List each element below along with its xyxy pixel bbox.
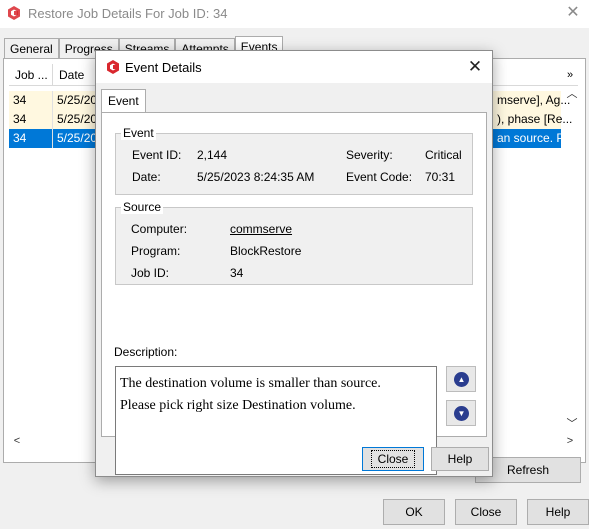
- next-event-button[interactable]: ▼: [446, 400, 476, 426]
- event-id-value: 2,144: [197, 148, 228, 162]
- event-id-label: Event ID:: [132, 148, 182, 162]
- down-arrow-icon: ▼: [454, 406, 469, 421]
- description-label: Description:: [114, 345, 178, 359]
- event-code-value: 70:31: [425, 170, 456, 184]
- scroll-right-icon[interactable]: >: [562, 433, 578, 449]
- job-id-label: Job ID:: [131, 266, 170, 280]
- commvault-logo-icon: [8, 6, 20, 20]
- scroll-down-icon[interactable]: ﹀: [564, 416, 580, 432]
- scroll-up-icon[interactable]: ︿: [564, 86, 580, 102]
- up-arrow-icon: ▲: [454, 372, 469, 387]
- source-group: Source Computer: commserve Program: Bloc…: [115, 200, 473, 285]
- event-code-label: Event Code:: [346, 170, 413, 184]
- program-label: Program:: [131, 244, 181, 258]
- cell-job: 34: [9, 110, 53, 129]
- tab-event[interactable]: Event: [101, 89, 146, 113]
- column-header-job[interactable]: Job ...: [9, 64, 53, 86]
- date-label: Date:: [132, 170, 161, 184]
- event-panel: Event Event ID: 2,144 Severity: Critical…: [101, 112, 487, 475]
- dialog-titlebar: Event Details ✕: [96, 51, 492, 83]
- event-details-dialog: Event Details ✕ Event Event Event ID: 2,…: [95, 50, 493, 477]
- dialog-close-label: Close: [370, 450, 416, 468]
- source-group-label: Source: [121, 200, 164, 214]
- tab-general[interactable]: General: [4, 38, 59, 59]
- severity-label: Severity:: [346, 148, 393, 162]
- parent-window-title: Restore Job Details For Job ID: 34: [28, 6, 228, 21]
- vertical-scrollbar[interactable]: ︿ ﹀: [564, 86, 580, 432]
- event-group-label: Event: [121, 126, 156, 140]
- dialog-help-button[interactable]: Help: [431, 447, 489, 471]
- event-group: Event Event ID: 2,144 Severity: Critical…: [115, 126, 473, 195]
- parent-titlebar: Restore Job Details For Job ID: 34 ✕: [0, 0, 589, 28]
- cell-description: an source. P...: [497, 131, 573, 145]
- computer-label: Computer:: [131, 222, 188, 236]
- ok-button[interactable]: OK: [383, 499, 445, 525]
- parent-help-button[interactable]: Help: [527, 499, 589, 525]
- close-icon[interactable]: ✕: [462, 55, 488, 79]
- date-value: 5/25/2023 8:24:35 AM: [197, 170, 315, 184]
- previous-event-button[interactable]: ▲: [446, 366, 476, 392]
- cell-job: 34: [9, 129, 53, 148]
- job-id-value: 34: [230, 266, 244, 280]
- description-line: Please pick right size Destination volum…: [120, 398, 356, 413]
- dialog-close-button[interactable]: Close: [362, 447, 424, 471]
- description-line: The destination volume is smaller than s…: [120, 376, 381, 391]
- cell-job: 34: [9, 91, 53, 110]
- scroll-left-icon[interactable]: <: [9, 433, 25, 449]
- commvault-logo-icon: [107, 60, 119, 74]
- computer-link[interactable]: commserve: [230, 222, 292, 236]
- cell-description: ), phase [Re...: [497, 112, 573, 126]
- program-value: BlockRestore: [230, 244, 302, 258]
- dialog-title: Event Details: [125, 60, 202, 75]
- parent-close-icon[interactable]: ✕: [561, 2, 585, 24]
- severity-value: Critical: [425, 148, 462, 162]
- parent-close-button[interactable]: Close: [455, 499, 517, 525]
- cell-description: mserve], Ag...: [497, 93, 571, 107]
- column-chooser-icon[interactable]: »: [562, 66, 578, 84]
